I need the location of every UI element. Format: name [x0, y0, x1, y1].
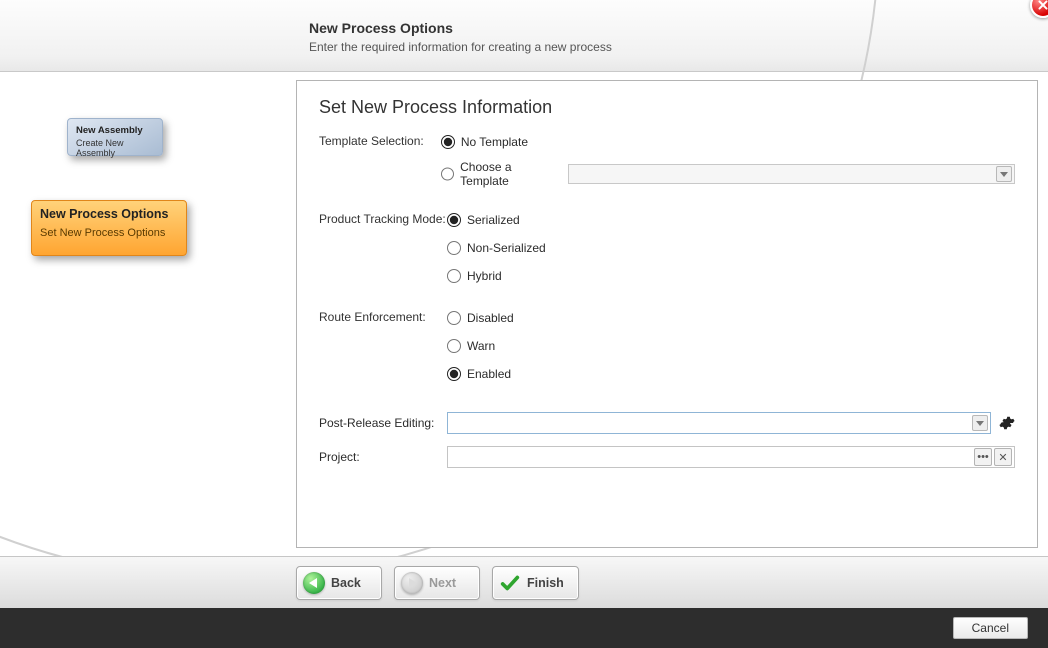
arrow-left-icon	[303, 572, 325, 594]
finish-button[interactable]: Finish	[492, 566, 579, 600]
prev-step-title: New Assembly	[76, 125, 154, 136]
radio-route-disabled[interactable]: Disabled	[447, 308, 514, 328]
prev-step-subtitle: Create New Assembly	[76, 138, 124, 158]
next-button[interactable]: Next	[394, 566, 480, 600]
arrow-right-icon	[401, 572, 423, 594]
check-icon	[499, 572, 521, 594]
radio-non-serialized[interactable]: Non-Serialized	[447, 238, 546, 258]
row-post-release: Post-Release Editing:	[319, 412, 1015, 434]
footer-bar: Cancel	[0, 608, 1048, 648]
radio-no-template[interactable]: No Template	[441, 132, 1015, 152]
back-button-label: Back	[331, 576, 361, 590]
radio-route-warn-input[interactable]	[447, 339, 461, 353]
radio-route-disabled-input[interactable]	[447, 311, 461, 325]
form-panel: Set New Process Information Template Sel…	[296, 80, 1038, 548]
label-tracking-mode: Product Tracking Mode:	[319, 210, 447, 226]
label-template-selection: Template Selection:	[319, 132, 441, 148]
project-input[interactable]: ••• ✕	[447, 446, 1015, 468]
row-project: Project: ••• ✕	[319, 446, 1015, 468]
current-step-title: New Process Options	[40, 207, 178, 221]
radio-serialized-input[interactable]	[447, 213, 461, 227]
radio-non-serialized-input[interactable]	[447, 241, 461, 255]
row-route-enforcement: Route Enforcement: Disabled Warn Enabled	[319, 308, 1015, 384]
radio-route-warn-label: Warn	[467, 339, 495, 353]
radio-route-disabled-label: Disabled	[467, 311, 514, 325]
radio-hybrid-input[interactable]	[447, 269, 461, 283]
label-post-release: Post-Release Editing:	[319, 416, 447, 430]
sidebar-step-previous[interactable]: New Assembly Create New Assembly	[67, 118, 163, 156]
label-route-enforcement: Route Enforcement:	[319, 308, 447, 324]
radio-route-enabled[interactable]: Enabled	[447, 364, 514, 384]
gear-icon[interactable]	[999, 415, 1015, 431]
back-button[interactable]: Back	[296, 566, 382, 600]
label-project: Project:	[319, 450, 447, 464]
current-step-subtitle: Set New Process Options	[40, 227, 178, 239]
wizard-button-bar: Back Next Finish	[0, 556, 1048, 608]
radio-choose-template-label: Choose a Template	[460, 160, 558, 188]
radio-choose-template[interactable]: Choose a Template	[441, 160, 1015, 188]
radio-no-template-input[interactable]	[441, 135, 455, 149]
radio-hybrid-label: Hybrid	[467, 269, 502, 283]
row-tracking-mode: Product Tracking Mode: Serialized Non-Se…	[319, 210, 1015, 286]
chevron-down-icon[interactable]	[996, 166, 1012, 182]
header-subtitle: Enter the required information for creat…	[309, 40, 612, 54]
chevron-down-icon[interactable]	[972, 415, 988, 431]
post-release-dropdown[interactable]	[447, 412, 991, 434]
form-heading: Set New Process Information	[319, 97, 1015, 118]
wizard-header: New Process Options Enter the required i…	[0, 0, 1048, 72]
radio-choose-template-input[interactable]	[441, 167, 454, 181]
row-template-selection: Template Selection: No Template Choose a…	[319, 132, 1015, 188]
radio-route-warn[interactable]: Warn	[447, 336, 514, 356]
template-dropdown[interactable]	[568, 164, 1015, 184]
sidebar-step-current[interactable]: New Process Options Set New Process Opti…	[31, 200, 187, 256]
next-button-label: Next	[429, 576, 456, 590]
cancel-button[interactable]: Cancel	[953, 617, 1028, 639]
cancel-button-label: Cancel	[972, 621, 1009, 635]
radio-non-serialized-label: Non-Serialized	[467, 241, 546, 255]
radio-route-enabled-input[interactable]	[447, 367, 461, 381]
radio-no-template-label: No Template	[461, 135, 528, 149]
radio-hybrid[interactable]: Hybrid	[447, 266, 546, 286]
radio-serialized-label: Serialized	[467, 213, 520, 227]
radio-route-enabled-label: Enabled	[467, 367, 511, 381]
finish-button-label: Finish	[527, 576, 564, 590]
header-title: New Process Options	[309, 20, 453, 36]
radio-serialized[interactable]: Serialized	[447, 210, 546, 230]
clear-icon[interactable]: ✕	[994, 448, 1012, 466]
ellipsis-icon[interactable]: •••	[974, 448, 992, 466]
close-icon[interactable]	[1030, 0, 1048, 18]
